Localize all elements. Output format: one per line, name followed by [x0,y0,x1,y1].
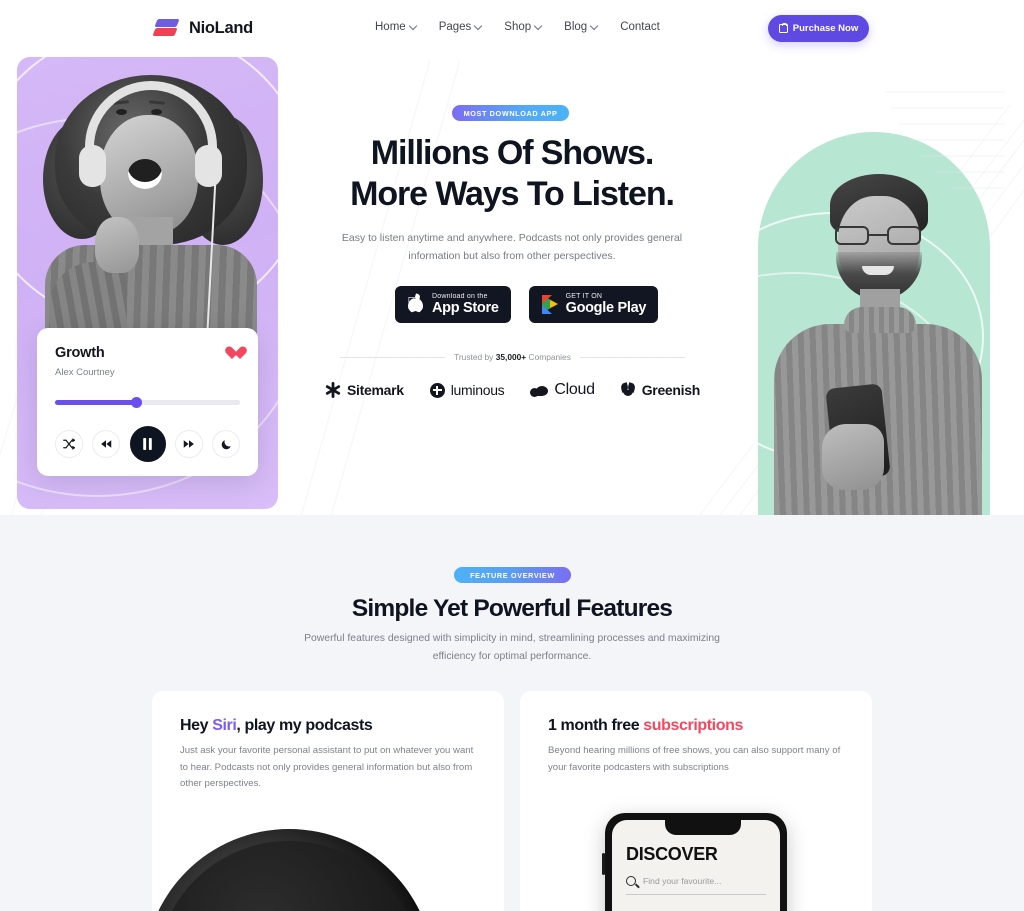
hero-title: Millions Of Shows. More Ways To Listen. [262,133,762,215]
discover-heading: DISCOVER [626,844,718,864]
nioland-logo-icon [152,18,180,39]
hero-subtitle: Easy to listen anytime and anywhere. Pod… [341,232,683,262]
apple-logo-icon [407,292,424,315]
nav-item-shop-label: Shop [504,21,532,33]
headphone-image [152,819,504,911]
title-accent: Siri [212,717,237,734]
nav-item-shop[interactable]: Shop [504,21,542,33]
plus-circle-icon [429,382,445,398]
feature-card-siri-body: Just ask your favorite personal assistan… [180,745,474,789]
partner-logos: Sitemark luminous Cloud Greenish [325,381,700,399]
google-play-small-label: GET IT ON [565,293,603,300]
chevron-down-icon [591,23,598,30]
hero-title-line-2: More Ways To Listen. [350,175,675,213]
google-play-button[interactable]: GET IT ON Google Play [528,286,659,323]
player-controls [55,425,240,463]
partner-logo-luminous: luminous [429,382,505,398]
divider-left [340,356,446,358]
previous-track-icon[interactable] [92,430,121,458]
features-heading: Simple Yet Powerful Features [351,595,673,622]
feature-card-subscriptions-title: 1 month free subscriptions [548,717,743,735]
features-subheading: Powerful features designed with simplici… [304,633,720,662]
app-store-button[interactable]: Download on the App Store [395,286,511,323]
player-artist-name: Alex Courtney [55,367,115,378]
hero-badge: MOST DOWNLOAD APP [452,105,569,121]
google-play-logo-icon [541,295,558,314]
shopping-bag-icon [778,22,788,33]
phone-notch [665,820,741,835]
app-download-buttons: Download on the App Store GET IT ON Goog… [395,286,659,323]
pause-button[interactable] [129,426,166,462]
trusted-by-text: Trusted by 35,000+ Companies [454,352,571,362]
chevron-down-icon [410,23,417,30]
player-progress-knob[interactable] [131,397,143,408]
partner-logo-greenish: Greenish [619,382,701,398]
landing-page: NioLand Home Pages Shop Blog Contact Pur… [0,0,1024,911]
player-progress-fill [55,400,137,405]
title-post: , play my podcasts [236,717,373,734]
search-placeholder: Find your favourite... [643,876,722,886]
partner-name-greenish: Greenish [641,382,701,398]
favorite-heart-icon[interactable] [225,347,240,361]
hero-title-line-1: Millions Of Shows. [370,134,655,172]
listener-man-photo [774,174,982,515]
feature-card-siri: Hey Siri, play my podcasts Just ask your… [152,691,504,911]
chevron-down-icon [535,23,542,30]
phone-mockup: DISCOVER Find your favourite... [602,813,787,911]
partner-name-cloud: Cloud [554,381,595,398]
app-store-small-label: Download on the [432,293,488,300]
chevron-down-icon [475,23,482,30]
title-pre: 1 month free [548,717,644,734]
trusted-suffix: Companies [526,352,571,362]
trusted-prefix: Trusted by [454,352,496,362]
asterisk-icon [325,382,341,398]
divider-right [579,356,685,358]
search-icon [626,876,636,886]
leaf-icon [619,382,636,397]
partner-logo-cloud: Cloud [530,381,595,399]
nav-item-contact[interactable]: Contact [620,21,660,33]
nav-item-blog-label: Blog [564,21,588,33]
partner-logo-sitemark: Sitemark [325,382,404,398]
nav-item-home-label: Home [375,21,406,33]
feature-card-subscriptions-body: Beyond hearing millions of free shows, y… [548,745,841,773]
hero-section: NioLand Home Pages Shop Blog Contact Pur… [0,0,1024,515]
nav-item-contact-label: Contact [620,21,660,33]
phone-screen: DISCOVER Find your favourite... [612,820,780,911]
player-track-title: Growth [55,345,105,361]
nav-item-home[interactable]: Home [375,21,417,33]
trusted-count: 35,000+ [495,352,527,362]
player-progress-slider[interactable] [55,397,240,408]
nav-item-pages[interactable]: Pages [439,21,483,33]
title-accent: subscriptions [643,717,743,734]
music-player-card: Growth Alex Courtney [37,328,258,476]
title-pre: Hey [180,717,213,734]
features-badge: FEATURE OVERVIEW [454,567,571,583]
search-underline [626,894,766,895]
phone-side-button [602,853,605,875]
hero-image-right [744,82,1005,515]
sleep-timer-moon-icon[interactable] [212,430,240,458]
cloud-icon [530,384,549,397]
google-play-big-label: Google Play [565,300,647,316]
partner-name-luminous: luminous [450,382,505,398]
nav-links: Home Pages Shop Blog Contact [375,21,660,33]
brand-name: NioLand [189,19,253,37]
purchase-now-label: Purchase Now [792,23,859,34]
navbar: NioLand Home Pages Shop Blog Contact Pur… [0,0,1024,58]
phone-frame: DISCOVER Find your favourite... [602,813,787,911]
phone-search-row[interactable]: Find your favourite... [626,876,766,886]
nav-item-blog[interactable]: Blog [564,21,598,33]
feature-card-subscriptions: 1 month free subscriptions Beyond hearin… [520,691,872,911]
trusted-by-row: Trusted by 35,000+ Companies [340,352,685,362]
brand-logo[interactable]: NioLand [152,18,253,39]
feature-card-siri-title: Hey Siri, play my podcasts [180,717,373,735]
partner-name-sitemark: Sitemark [347,382,404,398]
purchase-now-button[interactable]: Purchase Now [768,15,869,42]
app-store-big-label: App Store [432,300,499,316]
next-track-icon[interactable] [174,430,203,458]
nav-item-pages-label: Pages [438,21,472,33]
shuffle-icon[interactable] [55,430,83,458]
